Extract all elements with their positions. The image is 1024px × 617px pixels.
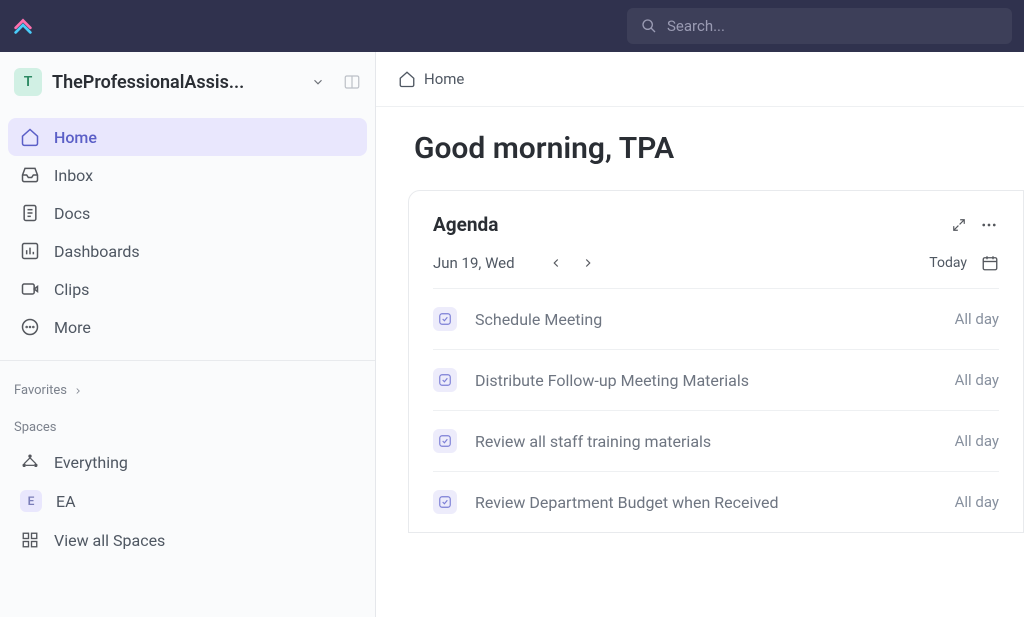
home-icon (398, 70, 416, 88)
nav-dashboards[interactable]: Dashboards (8, 232, 367, 270)
app-logo-icon[interactable] (12, 15, 34, 37)
nav-clips[interactable]: Clips (8, 270, 367, 308)
task-row[interactable]: Review all staff training materials All … (433, 411, 999, 472)
docs-icon (20, 203, 40, 223)
task-title: Distribute Follow-up Meeting Materials (475, 371, 955, 390)
space-label: Everything (54, 453, 128, 472)
task-row[interactable]: Distribute Follow-up Meeting Materials A… (433, 350, 999, 411)
task-time: All day (955, 493, 999, 511)
agenda-date: Jun 19, Wed (433, 254, 515, 272)
nav-docs[interactable]: Docs (8, 194, 367, 232)
greeting: Good morning, TPA (408, 131, 1024, 166)
dashboards-icon (20, 241, 40, 261)
spaces-header[interactable]: Spaces (0, 406, 375, 443)
task-checkbox[interactable] (433, 490, 457, 514)
favorites-label: Favorites (14, 383, 67, 398)
task-checkbox[interactable] (433, 307, 457, 331)
today-link[interactable]: Today (929, 255, 967, 271)
main: Home Good morning, TPA Agenda Jun 19, We… (376, 52, 1024, 617)
task-row[interactable]: Review Department Budget when Received A… (433, 472, 999, 532)
search-input[interactable] (667, 17, 998, 35)
task-checkbox[interactable] (433, 368, 457, 392)
space-ea[interactable]: E EA (0, 481, 375, 521)
grid-icon (20, 530, 40, 550)
task-time: All day (955, 310, 999, 328)
nav-label: More (54, 318, 91, 337)
nav-more[interactable]: More (8, 308, 367, 346)
task-time: All day (955, 432, 999, 450)
panel-toggle-icon[interactable] (343, 73, 361, 91)
search-icon (641, 18, 657, 34)
top-bar (0, 0, 1024, 52)
task-title: Review Department Budget when Received (475, 493, 955, 512)
agenda-card: Agenda Jun 19, Wed To (408, 190, 1024, 533)
inbox-icon (20, 165, 40, 185)
nav-label: Dashboards (54, 242, 140, 261)
favorites-header[interactable]: Favorites (0, 369, 375, 406)
workspace-avatar: T (14, 68, 42, 96)
next-day-button[interactable] (577, 252, 599, 274)
breadcrumb: Home (376, 52, 1024, 107)
nav-label: Clips (54, 280, 89, 299)
space-avatar: E (20, 490, 42, 512)
spaces-label: Spaces (14, 420, 57, 435)
task-checkbox[interactable] (433, 429, 457, 453)
nav-home[interactable]: Home (8, 118, 367, 156)
sidebar: T TheProfessionalAssis... Home Inbox (0, 52, 376, 617)
more-icon (20, 317, 40, 337)
more-menu-icon[interactable] (979, 215, 999, 235)
task-time: All day (955, 371, 999, 389)
home-icon (20, 127, 40, 147)
expand-icon[interactable] (949, 215, 969, 235)
nav-label: Docs (54, 204, 90, 223)
task-title: Review all staff training materials (475, 432, 955, 451)
search-bar[interactable] (627, 8, 1012, 44)
workspace-switcher[interactable]: T TheProfessionalAssis... (0, 52, 375, 112)
divider (0, 360, 375, 361)
prev-day-button[interactable] (545, 252, 567, 274)
clips-icon (20, 279, 40, 299)
workspace-name: TheProfessionalAssis... (52, 72, 295, 93)
chevron-down-icon (311, 75, 325, 89)
space-label: View all Spaces (54, 531, 165, 550)
space-everything[interactable]: Everything (0, 443, 375, 481)
breadcrumb-home[interactable]: Home (424, 70, 464, 88)
everything-icon (20, 452, 40, 472)
task-title: Schedule Meeting (475, 310, 955, 329)
chevron-right-icon (73, 386, 83, 396)
calendar-icon[interactable] (981, 254, 999, 272)
view-all-spaces[interactable]: View all Spaces (0, 521, 375, 559)
task-row[interactable]: Schedule Meeting All day (433, 289, 999, 350)
space-label: EA (56, 492, 76, 511)
agenda-title: Agenda (433, 213, 939, 236)
logo-area (12, 15, 34, 37)
nav-label: Home (54, 128, 97, 147)
nav-inbox[interactable]: Inbox (8, 156, 367, 194)
nav-label: Inbox (54, 166, 93, 185)
